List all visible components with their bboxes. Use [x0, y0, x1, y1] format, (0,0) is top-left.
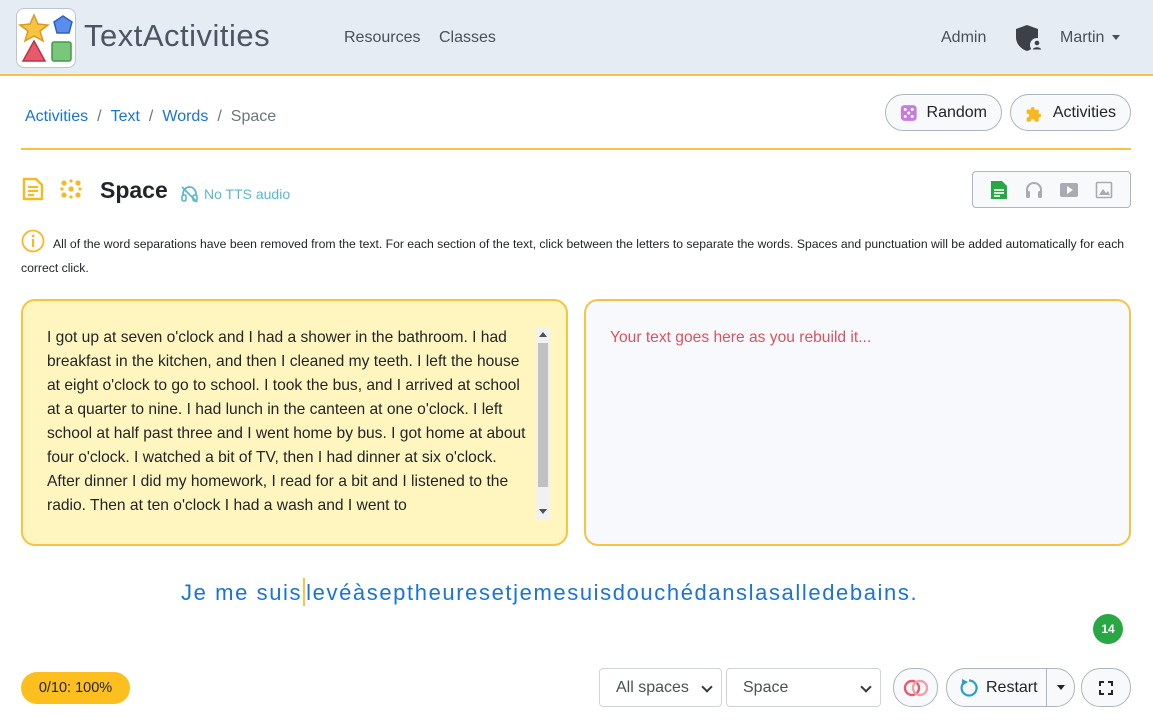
rebuild-panel: Your text goes here as you rebuild it...	[584, 299, 1131, 546]
user-shield-icon[interactable]	[1014, 23, 1044, 53]
puzzle-icon	[1026, 106, 1042, 122]
scrollbar[interactable]	[536, 327, 550, 519]
score-badge: 0/10: 100%	[21, 672, 130, 704]
breadcrumb-current: Space	[230, 108, 277, 125]
source-text: I got up at seven o'clock and I had a sh…	[47, 329, 526, 514]
user-menu[interactable]: Martin	[1060, 29, 1121, 47]
random-label: Random	[926, 103, 987, 121]
reveal-button[interactable]	[893, 668, 938, 707]
scroll-up-arrow-icon[interactable]	[539, 332, 547, 337]
random-button[interactable]: Random	[885, 94, 1002, 131]
tts-status: No TTS audio	[180, 185, 290, 203]
source-text-panel: I got up at seven o'clock and I had a sh…	[21, 299, 568, 546]
breadcrumb-text[interactable]: Text	[111, 108, 140, 125]
tts-label: No TTS audio	[204, 186, 291, 202]
scroll-down-arrow-icon[interactable]	[539, 509, 547, 514]
split-cursor	[303, 578, 306, 606]
restart-icon	[960, 678, 978, 697]
fullscreen-button[interactable]	[1081, 668, 1131, 707]
document-icon	[21, 176, 45, 207]
divider	[21, 148, 1131, 150]
instructions-text: All of the word separations have been re…	[21, 237, 1125, 275]
spaces-select-value: All spaces	[616, 678, 689, 696]
breadcrumb-separator: /	[217, 108, 222, 125]
sentence-done: Je me suis	[181, 580, 303, 605]
restart-dropdown-toggle[interactable]	[1047, 669, 1074, 706]
nav-classes[interactable]: Classes	[439, 29, 496, 47]
activity-title: Space	[100, 177, 168, 203]
rings-icon	[903, 679, 928, 696]
restart-button[interactable]: Restart	[947, 669, 1047, 706]
dice-icon	[900, 104, 917, 121]
breadcrumb: Activities / Text / Words / Space	[25, 108, 276, 126]
brand-name[interactable]: TextActivities	[84, 18, 270, 54]
text-icon[interactable]	[987, 178, 1011, 202]
mode-select[interactable]: Space	[726, 668, 881, 707]
media-toolbar	[972, 171, 1131, 208]
nav-resources[interactable]: Resources	[344, 29, 420, 47]
restart-button-group: Restart	[946, 668, 1075, 707]
caret-down-icon	[1056, 685, 1065, 690]
headphones-icon[interactable]	[1022, 178, 1046, 202]
headset-off-icon	[181, 186, 198, 203]
activities-label: Activities	[1052, 103, 1116, 121]
chevron-down-icon	[860, 681, 872, 693]
fullscreen-icon	[1099, 680, 1113, 695]
image-icon[interactable]	[1092, 178, 1116, 202]
mode-select-value: Space	[743, 678, 789, 696]
dots-icon	[59, 178, 83, 205]
remaining-count-badge: 14	[1093, 614, 1123, 644]
restart-label: Restart	[986, 678, 1038, 696]
scroll-thumb[interactable]	[538, 343, 548, 487]
activities-button[interactable]: Activities	[1010, 94, 1131, 131]
breadcrumb-words[interactable]: Words	[162, 108, 208, 125]
user-name: Martin	[1060, 29, 1105, 46]
rebuild-placeholder: Your text goes here as you rebuild it...	[610, 329, 872, 346]
sentence-remaining[interactable]: levéàseptheuresetjemesuisdouchédanslasal…	[306, 580, 918, 605]
top-navbar: TextActivities Resources Classes Admin M…	[0, 0, 1153, 76]
chevron-down-icon	[701, 681, 713, 693]
nav-admin[interactable]: Admin	[941, 29, 986, 47]
spaces-select[interactable]: All spaces	[599, 668, 722, 707]
caret-down-icon	[1112, 35, 1121, 41]
breadcrumb-separator: /	[97, 108, 102, 125]
video-icon[interactable]	[1057, 178, 1081, 202]
breadcrumb-activities[interactable]: Activities	[25, 108, 88, 125]
logo-shapes-icon[interactable]	[16, 8, 76, 68]
breadcrumb-separator: /	[148, 108, 154, 125]
working-sentence[interactable]: Je me suis levéàseptheuresetjemesuisdouch…	[181, 578, 918, 606]
